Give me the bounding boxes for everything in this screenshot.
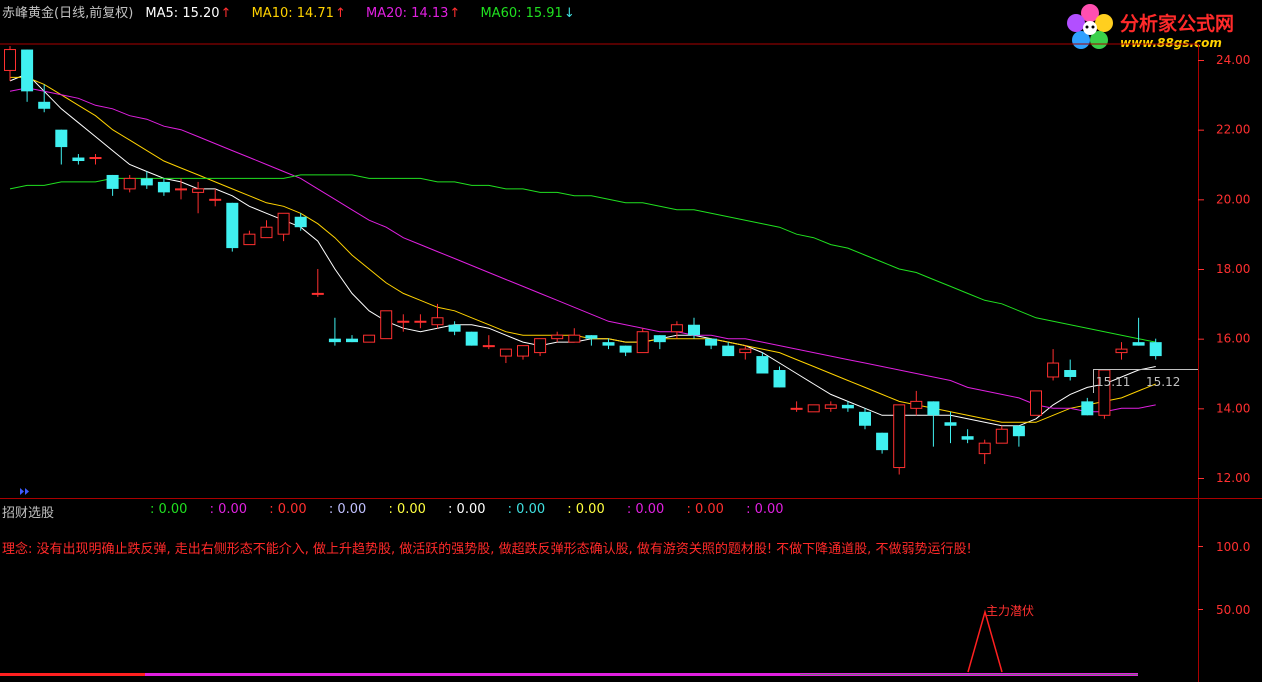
candle[interactable] <box>517 345 529 360</box>
candle[interactable] <box>1012 425 1025 447</box>
candle[interactable] <box>431 303 444 329</box>
candle[interactable] <box>1132 317 1145 346</box>
candle[interactable] <box>1030 390 1042 416</box>
signal-spike <box>967 609 1003 673</box>
candle[interactable] <box>380 310 393 340</box>
candle[interactable] <box>106 174 119 196</box>
ma20-line <box>9 87 1156 413</box>
indicator-baseline-magenta <box>145 673 1138 676</box>
indicator-value: : 0.00 <box>150 502 188 517</box>
candle[interactable] <box>705 338 718 350</box>
ma60-line <box>9 174 1156 343</box>
candle[interactable] <box>89 154 102 165</box>
price-axis-tick: 22.00 <box>1216 123 1250 137</box>
indicator-value: : 0.00 <box>507 502 546 517</box>
candle[interactable] <box>859 408 871 430</box>
candle[interactable] <box>363 334 376 343</box>
candle[interactable] <box>243 230 256 246</box>
candle[interactable] <box>551 331 564 343</box>
candle[interactable] <box>739 345 752 360</box>
candle[interactable] <box>465 331 478 346</box>
candle[interactable] <box>790 401 803 412</box>
candle[interactable] <box>568 328 581 343</box>
indicator-value: : 0.00 <box>448 502 486 517</box>
indicator-value: : 0.00 <box>388 502 426 517</box>
indicator-value: : 0.00 <box>626 502 665 517</box>
candle[interactable] <box>1115 342 1128 360</box>
candle[interactable] <box>482 335 495 350</box>
candle[interactable] <box>72 154 85 165</box>
concept-text: 理念: 没有出现明确止跌反弹, 走出右侧形态不能介入, 做上升趋势股, 做活跃的… <box>2 542 972 557</box>
signal-label: 主力潜伏 <box>986 604 1034 618</box>
candle[interactable] <box>961 429 974 444</box>
indicator-values: : 0.00 : 0.00 : 0.00 : 0.00 : 0.00 : 0.0… <box>150 502 802 517</box>
stock-chart-window: 赤峰黄金(日线,前复权) MA5: 15.20↑ MA10: 14.71↑ MA… <box>0 0 1262 682</box>
price-axis-tick: 18.00 <box>1216 262 1250 276</box>
candle[interactable] <box>55 129 68 165</box>
price-chart[interactable]: 24.00 22.00 20.00 18.00 16.00 14.00 12.00 15.1… <box>0 0 1262 500</box>
candle[interactable] <box>21 49 34 102</box>
candle[interactable] <box>311 269 324 297</box>
candle[interactable] <box>1064 359 1077 381</box>
panel-marker-icon <box>20 488 29 495</box>
candle[interactable] <box>192 181 205 214</box>
candle[interactable] <box>824 401 837 412</box>
candle[interactable] <box>636 328 649 354</box>
candle[interactable] <box>346 335 358 343</box>
candle[interactable] <box>534 338 547 357</box>
indicator-axis-tick: 100.0 <box>1216 540 1250 554</box>
candle[interactable] <box>910 390 923 416</box>
price-axis-tick: 12.00 <box>1216 471 1250 485</box>
price-axis-tick: 20.00 <box>1216 192 1250 206</box>
candle[interactable] <box>653 335 666 350</box>
indicator-value: : 0.00 <box>209 502 248 517</box>
candle[interactable] <box>978 439 991 465</box>
candle[interactable] <box>927 401 940 447</box>
candle[interactable] <box>140 171 153 189</box>
candle[interactable] <box>157 178 170 196</box>
candle[interactable] <box>585 335 598 346</box>
candle[interactable] <box>1047 349 1060 381</box>
candle[interactable] <box>499 348 512 364</box>
price-axis-tick: 14.00 <box>1216 401 1250 415</box>
price-axis-tick: 16.00 <box>1216 332 1250 346</box>
candle[interactable] <box>209 188 222 207</box>
ma5-line <box>9 73 1156 427</box>
candle[interactable] <box>807 404 820 413</box>
candle[interactable] <box>773 366 786 388</box>
indicator-value: : 0.00 <box>269 502 307 517</box>
candle[interactable] <box>328 317 341 346</box>
cursor-price-left: 15.11 <box>1096 375 1130 389</box>
candle[interactable] <box>1081 397 1094 416</box>
indicator-axis-tick: 50.00 <box>1216 603 1250 617</box>
candle[interactable] <box>602 338 615 350</box>
candle[interactable] <box>38 84 51 113</box>
indicator-value: : 0.00 <box>567 502 605 517</box>
candle[interactable] <box>876 432 889 454</box>
candle[interactable] <box>893 404 906 475</box>
candle[interactable] <box>722 342 735 357</box>
candle[interactable] <box>260 220 273 239</box>
indicator-baseline-gray <box>800 674 1138 675</box>
candle[interactable] <box>448 321 461 336</box>
candle[interactable] <box>619 345 632 357</box>
indicator-value: : 0.00 <box>746 502 784 517</box>
candle[interactable] <box>414 314 427 329</box>
cursor-price-right: 15.12 <box>1146 375 1180 389</box>
candle[interactable] <box>123 174 136 193</box>
price-axis-tick: 24.00 <box>1216 53 1250 67</box>
candle[interactable] <box>4 46 16 81</box>
candle[interactable] <box>277 212 290 242</box>
indicator-title: 招财选股 <box>2 506 55 521</box>
candle[interactable] <box>226 202 239 252</box>
ma10-line <box>10 76 1156 423</box>
candle[interactable] <box>995 425 1008 444</box>
indicator-value: : 0.00 <box>686 502 724 517</box>
indicator-value: : 0.00 <box>328 502 367 517</box>
indicator-baseline-red <box>0 673 145 676</box>
candle[interactable] <box>1149 338 1162 360</box>
